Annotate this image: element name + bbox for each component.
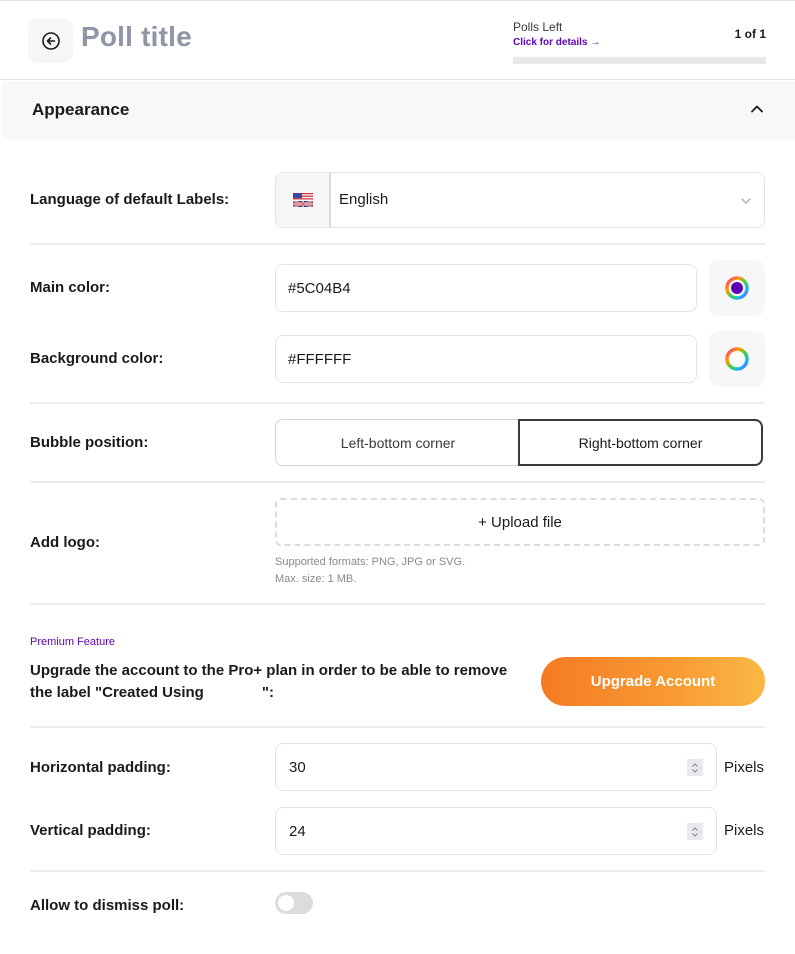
flag-box xyxy=(276,173,331,227)
back-arrow-icon xyxy=(41,31,60,50)
main-color-picker-button[interactable] xyxy=(709,260,765,316)
background-color-picker-button[interactable] xyxy=(709,331,765,387)
vertical-padding-label: Vertical padding: xyxy=(30,822,151,839)
chevron-up-icon xyxy=(751,105,763,113)
bubble-position-label: Bubble position: xyxy=(30,434,149,451)
color-wheel-icon xyxy=(725,347,749,371)
us-uk-flag-icon xyxy=(292,193,313,207)
polls-usage-bar-fill xyxy=(513,57,766,64)
chevron-down-icon xyxy=(741,198,751,204)
appearance-section-toggle[interactable]: Appearance xyxy=(2,81,795,139)
vertical-padding-input[interactable]: 24 xyxy=(275,807,717,855)
premium-text-line1: Upgrade the account to the Pro+ plan in … xyxy=(30,662,508,679)
premium-feature-tag: Premium Feature xyxy=(30,636,115,648)
background-color-swatch xyxy=(731,353,743,365)
main-color-input[interactable]: #5C04B4 xyxy=(275,264,697,312)
color-wheel-icon xyxy=(725,276,749,300)
dismiss-poll-label: Allow to dismiss poll: xyxy=(30,897,185,914)
polls-usage-bar xyxy=(513,57,766,64)
main-color-swatch xyxy=(731,282,743,294)
premium-text-line2-end: ": xyxy=(261,684,274,701)
language-select[interactable]: English xyxy=(275,172,765,228)
upload-formats-hint: Supported formats: PNG, JPG or SVG. xyxy=(275,556,466,568)
stepper-icon xyxy=(692,762,698,773)
dismiss-poll-toggle[interactable] xyxy=(275,892,313,914)
poll-title[interactable]: Poll title xyxy=(81,21,192,53)
back-button[interactable] xyxy=(28,18,73,63)
vertical-padding-value: 24 xyxy=(289,822,306,840)
divider xyxy=(30,726,765,728)
language-value: English xyxy=(339,191,389,208)
divider xyxy=(30,603,765,605)
language-label: Language of default Labels: xyxy=(30,191,230,208)
add-logo-label: Add logo: xyxy=(30,534,100,551)
upload-file-button[interactable]: + Upload file xyxy=(275,498,765,546)
horizontal-padding-value: 30 xyxy=(289,758,306,776)
premium-text-line2-start: the label "Created Using xyxy=(30,684,204,701)
horizontal-padding-unit: Pixels xyxy=(724,759,765,776)
bubble-position-left-option[interactable]: Left-bottom corner xyxy=(275,419,520,466)
divider xyxy=(30,481,765,483)
toggle-knob xyxy=(278,895,294,911)
background-color-input[interactable]: #FFFFFF xyxy=(275,335,697,383)
upload-size-hint: Max. size: 1 MB. xyxy=(275,573,357,585)
upgrade-account-button[interactable]: Upgrade Account xyxy=(541,657,765,706)
horizontal-padding-label: Horizontal padding: xyxy=(30,759,171,776)
section-title: Appearance xyxy=(32,100,130,119)
polls-count: 1 of 1 xyxy=(734,27,766,41)
horizontal-padding-input[interactable]: 30 xyxy=(275,743,717,791)
polls-left-label: Polls Left xyxy=(513,20,563,34)
divider xyxy=(30,402,765,404)
premium-description: Upgrade the account to the Pro+ plan in … xyxy=(30,660,530,704)
divider xyxy=(30,243,765,245)
horizontal-padding-stepper[interactable] xyxy=(687,759,703,776)
vertical-padding-stepper[interactable] xyxy=(687,823,703,840)
page-header: Poll title Polls Left Click for details … xyxy=(0,1,795,80)
main-color-label: Main color: xyxy=(30,279,111,296)
divider xyxy=(30,870,765,872)
details-link[interactable]: Click for details → xyxy=(513,37,600,48)
stepper-icon xyxy=(692,826,698,837)
vertical-padding-unit: Pixels xyxy=(724,822,765,839)
bubble-position-right-option[interactable]: Right-bottom corner xyxy=(518,419,763,466)
background-color-label: Background color: xyxy=(30,350,164,367)
